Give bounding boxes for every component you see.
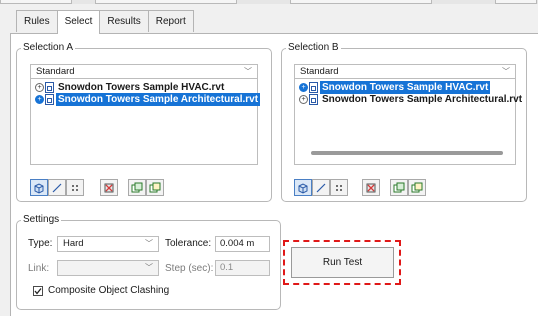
run-test-button[interactable]: Run Test [291, 247, 394, 278]
tree-item-label: Snowdon Towers Sample Architectural.rvt [322, 94, 523, 105]
type-dropdown-value: Hard [63, 238, 84, 249]
tab-results[interactable]: Results [99, 10, 149, 32]
lines-icon [52, 183, 62, 192]
surfaces-button[interactable] [30, 179, 48, 196]
tab-rules[interactable]: Rules [16, 10, 58, 32]
expand-icon[interactable]: + [299, 83, 308, 92]
points-icon [336, 184, 342, 191]
revit-file-icon [309, 94, 318, 105]
expand-icon[interactable]: + [35, 95, 44, 104]
chevron-down-icon: ﹀ [145, 239, 153, 248]
surfaces-icon [34, 182, 44, 194]
select-in-scene-icon [411, 182, 423, 192]
revit-file-icon [45, 94, 54, 105]
points-button[interactable] [330, 179, 348, 196]
chevron-down-icon: ﹀ [502, 67, 510, 76]
tolerance-input[interactable]: 0.004 m [215, 236, 270, 252]
tab-bar: Rules Select Results Report [16, 10, 194, 34]
selection-a-tree[interactable]: + Snowdon Towers Sample HVAC.rvt + Snowd… [30, 79, 261, 165]
tree-item[interactable]: + Snowdon Towers Sample Architectural.rv… [35, 93, 261, 106]
lines-button[interactable] [312, 179, 330, 196]
tab-report[interactable]: Report [147, 10, 194, 32]
step-input[interactable]: 0.1 [215, 260, 270, 276]
revit-file-icon [45, 82, 54, 93]
chevron-down-icon: ﹀ [244, 67, 252, 76]
select-in-scene-icon [149, 182, 161, 192]
step-label: Step (sec): [165, 263, 214, 274]
points-button[interactable] [66, 179, 84, 196]
surfaces-button[interactable] [294, 179, 312, 196]
checkmark-icon [34, 288, 42, 295]
tolerance-label: Tolerance: [165, 238, 212, 249]
link-label: Link: [28, 263, 50, 274]
selection-a-dropdown[interactable]: Standard ﹀ [30, 64, 258, 79]
tree-item[interactable]: + Snowdon Towers Sample Architectural.rv… [299, 93, 524, 106]
selection-b-legend: Selection B [286, 42, 341, 54]
selection-b-dropdown[interactable]: Standard ﹀ [294, 64, 516, 79]
chevron-down-icon: ﹀ [145, 263, 153, 272]
type-dropdown[interactable]: Hard ﹀ [57, 236, 159, 252]
top-control-3 [290, 0, 432, 4]
horizontal-scrollbar[interactable] [311, 151, 503, 155]
use-current-selection-button[interactable] [390, 179, 408, 196]
selection-b-tree[interactable]: + Snowdon Towers Sample HVAC.rvt + Snowd… [294, 79, 522, 165]
revit-file-icon [309, 82, 318, 93]
settings-legend: Settings [21, 214, 62, 226]
surfaces-icon [298, 182, 308, 194]
type-label: Type: [28, 238, 53, 249]
top-toolbar-strip [0, 0, 538, 4]
use-current-selection-icon [131, 182, 143, 192]
use-current-selection-icon [393, 182, 405, 192]
link-dropdown[interactable]: ﹀ [57, 260, 159, 276]
self-intersect-icon [104, 183, 114, 192]
tab-select[interactable]: Select [56, 10, 101, 34]
top-control-4 [495, 0, 537, 4]
points-icon [72, 184, 78, 191]
top-control-1 [0, 0, 72, 4]
use-current-selection-button[interactable] [128, 179, 146, 196]
selection-a-dropdown-value: Standard [36, 66, 75, 77]
tree-item-label: Snowdon Towers Sample Architectural.rvt [56, 93, 261, 106]
select-in-scene-button[interactable] [408, 179, 426, 196]
self-intersect-icon [366, 183, 376, 192]
lines-button[interactable] [48, 179, 66, 196]
expand-icon[interactable]: + [35, 83, 44, 92]
selection-b-dropdown-value: Standard [300, 66, 339, 77]
expand-icon[interactable]: + [299, 95, 308, 104]
selection-a-legend: Selection A [21, 42, 76, 54]
select-in-scene-button[interactable] [146, 179, 164, 196]
composite-clashing-checkbox[interactable] [33, 286, 43, 296]
composite-clashing-label: Composite Object Clashing [48, 285, 170, 296]
self-intersect-button[interactable] [362, 179, 380, 196]
lines-icon [316, 183, 326, 192]
top-control-2 [95, 0, 237, 4]
self-intersect-button[interactable] [100, 179, 118, 196]
